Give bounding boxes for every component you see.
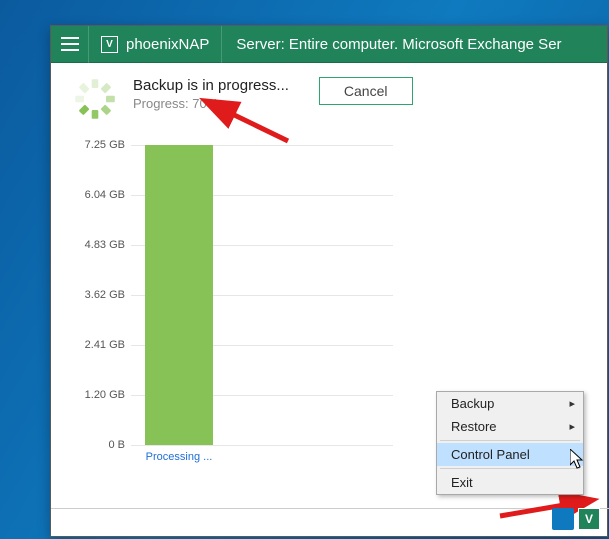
y-tick: 7.25 GB [73, 139, 125, 151]
y-tick: 3.62 GB [73, 289, 125, 301]
status-row: Backup is in progress... Progress: 70% C… [73, 77, 585, 121]
spinner-icon [73, 77, 117, 121]
bar-processing [145, 145, 213, 445]
menu-button[interactable] [51, 26, 89, 63]
server-info: Server: Entire computer. Microsoft Excha… [222, 36, 575, 53]
hamburger-icon [61, 37, 79, 51]
brand: V phoenixNAP [89, 26, 222, 63]
tray-item-label: Control Panel [451, 447, 530, 462]
chart: 7.25 GB 6.04 GB 4.83 GB 3.62 GB 2.41 GB … [73, 145, 393, 445]
status-text: Backup is in progress... Progress: 70% [133, 77, 289, 111]
tray-item-label: Backup [451, 396, 494, 411]
x-label: Processing ... [141, 451, 217, 464]
tray-context-menu: Backup Restore Control Panel Exit [436, 391, 584, 495]
tray-item-label: Restore [451, 419, 497, 434]
brand-label: phoenixNAP [126, 36, 209, 53]
tray-app-icon[interactable] [552, 508, 574, 530]
cursor-icon [570, 449, 588, 476]
status-title: Backup is in progress... [133, 77, 289, 94]
y-tick: 6.04 GB [73, 189, 125, 201]
cancel-button[interactable]: Cancel [319, 77, 413, 105]
menu-separator [440, 468, 580, 469]
y-tick: 0 B [73, 439, 125, 451]
y-tick: 2.41 GB [73, 339, 125, 351]
tray-item-restore[interactable]: Restore [437, 415, 583, 438]
tray-item-control-panel[interactable]: Control Panel [437, 443, 583, 466]
tray-item-backup[interactable]: Backup [437, 392, 583, 415]
gridline [131, 445, 393, 446]
titlebar: V phoenixNAP Server: Entire computer. Mi… [51, 26, 607, 63]
brand-icon: V [101, 36, 118, 53]
tray-item-exit[interactable]: Exit [437, 471, 583, 494]
taskbar-tray: V [552, 508, 600, 530]
annotation-arrow-icon [218, 107, 294, 152]
y-tick: 4.83 GB [73, 239, 125, 251]
tray-brand-icon[interactable]: V [578, 508, 600, 530]
menu-separator [440, 440, 580, 441]
tray-item-label: Exit [451, 475, 473, 490]
y-tick: 1.20 GB [73, 389, 125, 401]
